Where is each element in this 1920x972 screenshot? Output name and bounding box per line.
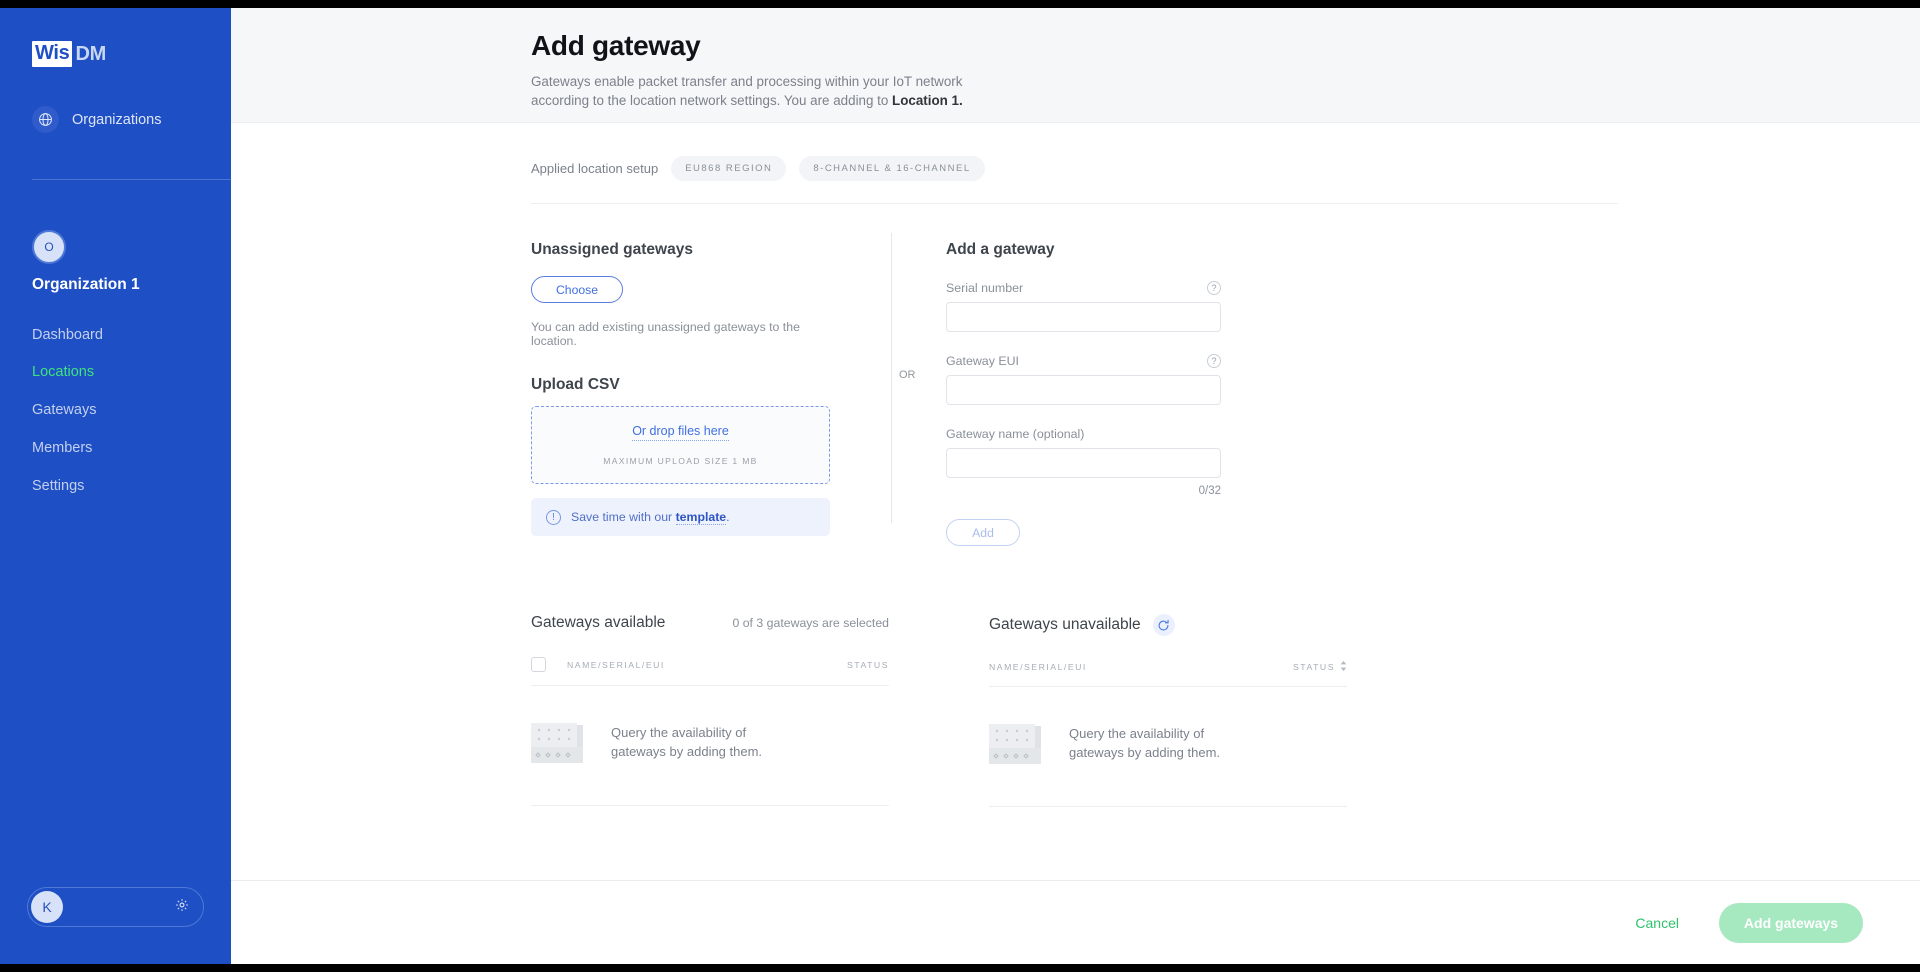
gateways-available-header: Gateways available 0 of 3 gateways are s… <box>531 614 889 632</box>
max-upload-size-label: MAXIMUM UPLOAD SIZE 1 MB <box>603 456 758 466</box>
unassigned-title: Unassigned gateways <box>531 241 693 258</box>
gateway-eui-field: Gateway EUI ? <box>946 354 1236 405</box>
sort-icon[interactable] <box>1340 661 1347 673</box>
page-subtitle: Gateways enable packet transfer and proc… <box>531 72 971 110</box>
gateway-eui-input[interactable] <box>946 375 1221 405</box>
gateway-input-columns: Unassigned gateways Choose You can add e… <box>531 233 1920 546</box>
page-title: Add gateway <box>531 30 701 61</box>
page-header: Add gateway Gateways enable packet trans… <box>231 8 1920 123</box>
gateways-selected-count: 0 of 3 gateways are selected <box>732 616 889 630</box>
chip-channel: 8-CHANNEL & 16-CHANNEL <box>799 156 985 181</box>
sidebar: Wis DM Organizations O Organization 1 Das… <box>0 8 231 964</box>
template-suffix: . <box>726 510 730 524</box>
app-window: Wis DM Organizations O Organization 1 Das… <box>0 8 1920 964</box>
gateways-unavailable-panel: Gateways unavailable NAME/SERIAL/EUI STA… <box>989 614 1347 807</box>
serial-number-label: Serial number <box>946 281 1024 295</box>
gateways-available-empty-state: Query the availability of gateways by ad… <box>531 723 889 806</box>
logo-wis-text: Wis <box>32 41 73 67</box>
add-gateway-form: Add a gateway Serial number ? Gateway EU… <box>946 241 1236 546</box>
organization-name: Organization 1 <box>32 276 140 293</box>
gateway-name-input[interactable] <box>946 448 1221 478</box>
gateways-available-columns: NAME/SERIAL/EUI STATUS <box>531 657 889 686</box>
or-label: OR <box>899 369 916 381</box>
select-all-checkbox[interactable] <box>531 657 546 672</box>
serial-number-input[interactable] <box>946 302 1221 332</box>
help-icon[interactable]: ? <box>1207 281 1221 295</box>
empty-gateway-illustration <box>989 724 1041 764</box>
organizations-label: Organizations <box>72 111 162 128</box>
gateway-eui-label: Gateway EUI <box>946 354 1019 368</box>
choose-button[interactable]: Choose <box>531 276 623 303</box>
csv-dropzone[interactable]: Or drop files here MAXIMUM UPLOAD SIZE 1… <box>531 406 830 484</box>
main-content: Add gateway Gateways enable packet trans… <box>231 8 1920 964</box>
gateway-name-field: Gateway name (optional) 0/32 <box>946 427 1236 497</box>
chip-region: EU868 REGION <box>671 156 787 181</box>
column-header-status: STATUS <box>847 660 889 670</box>
gateways-unavailable-title: Gateways unavailable <box>989 616 1141 633</box>
template-banner: ! Save time with our template. <box>531 498 830 536</box>
gateway-name-head: Gateway name (optional) <box>946 427 1221 441</box>
gateways-available-title: Gateways available <box>531 614 666 631</box>
template-banner-text: Save time with our template. <box>571 510 730 525</box>
gear-icon[interactable] <box>175 898 189 917</box>
sidebar-item-locations[interactable]: Locations <box>32 354 212 392</box>
unassigned-gateways-panel: Unassigned gateways Choose You can add e… <box>531 241 841 546</box>
help-icon[interactable]: ? <box>1207 354 1221 368</box>
vertical-divider-line <box>891 233 892 523</box>
upload-csv-title: Upload CSV <box>531 376 620 393</box>
template-link[interactable]: template <box>675 510 727 525</box>
add-button[interactable]: Add <box>946 519 1020 546</box>
page-footer: Cancel Add gateways <box>231 880 1920 964</box>
gateways-unavailable-empty-state: Query the availability of gateways by ad… <box>989 724 1347 807</box>
serial-number-field: Serial number ? <box>946 281 1236 332</box>
gateway-name-counter: 0/32 <box>1198 485 1221 497</box>
gateway-eui-head: Gateway EUI ? <box>946 354 1221 368</box>
gateway-tables: Gateways available 0 of 3 gateways are s… <box>531 614 1920 807</box>
user-account-pill[interactable]: K <box>27 887 204 927</box>
app-logo[interactable]: Wis DM <box>32 41 106 67</box>
gateways-available-empty-text: Query the availability of gateways by ad… <box>611 725 763 759</box>
empty-gateway-illustration <box>531 723 583 763</box>
applied-setup-label: Applied location setup <box>531 161 659 176</box>
column-header-status[interactable]: STATUS <box>1293 661 1347 673</box>
template-prefix: Save time with our <box>571 510 676 524</box>
or-divider: OR <box>841 233 946 546</box>
sidebar-item-dashboard[interactable]: Dashboard <box>32 316 212 354</box>
globe-icon <box>32 106 59 133</box>
sidebar-item-organizations[interactable]: Organizations <box>32 106 161 133</box>
gateways-unavailable-columns: NAME/SERIAL/EUI STATUS <box>989 661 1347 687</box>
organization-avatar[interactable]: O <box>32 230 66 264</box>
info-icon: ! <box>546 509 561 525</box>
gateways-available-panel: Gateways available 0 of 3 gateways are s… <box>531 614 889 807</box>
gateway-name-label: Gateway name (optional) <box>946 427 1085 441</box>
content-area: Applied location setup EU868 REGION 8-CH… <box>231 156 1920 807</box>
section-divider <box>531 203 1618 204</box>
sidebar-item-settings[interactable]: Settings <box>32 467 212 505</box>
sidebar-item-members[interactable]: Members <box>32 430 212 468</box>
refresh-icon[interactable] <box>1152 614 1175 636</box>
column-header-name: NAME/SERIAL/EUI <box>989 662 1087 672</box>
status-label: STATUS <box>1293 662 1335 672</box>
sidebar-item-gateways[interactable]: Gateways <box>32 392 212 430</box>
subtitle-location: Location 1. <box>892 93 963 109</box>
add-gateway-title: Add a gateway <box>946 241 1055 258</box>
applied-location-setup: Applied location setup EU868 REGION 8-CH… <box>531 156 1920 181</box>
sidebar-nav: Dashboard Locations Gateways Members Set… <box>32 316 212 505</box>
gateways-unavailable-empty-text: Query the availability of gateways by ad… <box>1069 726 1221 760</box>
drop-files-link[interactable]: Or drop files here <box>632 424 729 441</box>
cancel-button[interactable]: Cancel <box>1635 915 1679 931</box>
gateways-unavailable-header: Gateways unavailable <box>989 614 1347 636</box>
logo-dm-text: DM <box>75 42 106 65</box>
status-label: STATUS <box>847 659 889 670</box>
column-header-name: NAME/SERIAL/EUI <box>567 659 665 670</box>
sidebar-divider <box>32 179 231 180</box>
serial-number-head: Serial number ? <box>946 281 1221 295</box>
unassigned-help-text: You can add existing unassigned gateways… <box>531 320 800 348</box>
add-gateways-button[interactable]: Add gateways <box>1719 902 1863 943</box>
avatar: K <box>31 891 63 923</box>
